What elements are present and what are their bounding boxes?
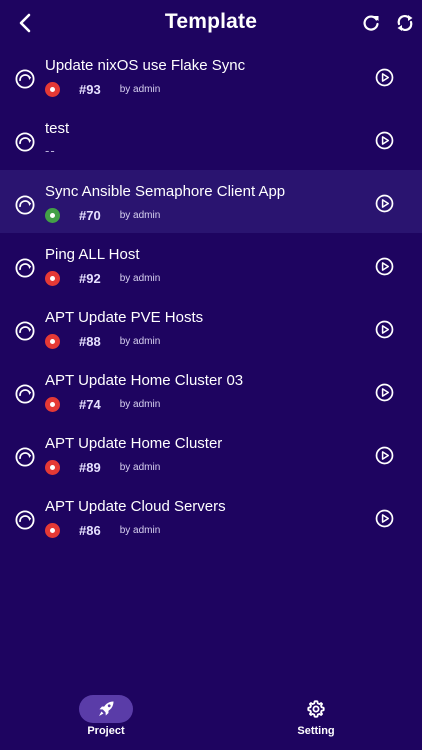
nav-project-label: Project [87,725,125,737]
task-number[interactable]: #86 [79,523,101,538]
status-badge [45,81,60,97]
template-list: Update nixOS use Flake Sync #93 by admin te… [0,44,422,548]
task-author: by admin [119,461,161,473]
play-circle-icon[interactable] [375,383,394,402]
history-icon [15,384,35,404]
task-meta: #92 by admin [45,270,160,286]
history-icon [15,69,35,89]
rocket-icon [99,701,114,716]
task-author: by admin [119,272,161,284]
play-circle-icon[interactable] [375,320,394,339]
task-author: by admin [119,335,161,347]
header: Template [0,0,422,46]
task-meta: #93 by admin [45,81,160,97]
history-icon [15,132,35,152]
refresh-icon [363,15,379,31]
nav-setting-pill [289,695,343,723]
template-row[interactable]: Update nixOS use Flake Sync #93 by admin [0,44,422,107]
template-name: test [45,120,70,137]
nav-project-pill [79,695,133,723]
task-number[interactable]: #92 [79,271,101,286]
status-badge [45,207,60,223]
task-author: by admin [119,209,161,221]
template-name: Sync Ansible Semaphore Client App [45,183,286,200]
template-name: APT Update Home Cluster [45,435,223,452]
play-circle-icon[interactable] [375,446,394,465]
template-name: APT Update Home Cluster 03 [45,372,244,389]
task-number[interactable]: #93 [79,82,101,97]
task-meta: #86 by admin [45,522,160,538]
play-circle-icon[interactable] [375,257,394,276]
sync-icon [397,14,413,32]
nav-setting-label: Setting [297,725,335,737]
template-row[interactable]: APT Update PVE Hosts #88 by admin [0,296,422,359]
task-meta: #70 by admin [45,207,160,223]
template-name: APT Update Cloud Servers [45,498,226,515]
template-row[interactable]: APT Update Home Cluster #89 by admin [0,422,422,485]
task-number[interactable]: #89 [79,460,101,475]
task-author: by admin [119,83,161,95]
template-row[interactable]: test -- [0,107,422,170]
nav-setting[interactable]: Setting [256,690,376,737]
no-task-placeholder: -- [45,143,56,158]
task-number[interactable]: #70 [79,208,101,223]
template-name: Ping ALL Host [45,246,140,263]
template-row[interactable]: APT Update Home Cluster 03 #74 by admin [0,359,422,422]
template-row[interactable]: Sync Ansible Semaphore Client App #70 by a… [0,170,422,233]
history-icon [15,321,35,341]
play-circle-icon[interactable] [375,509,394,528]
status-badge [45,270,60,286]
task-number[interactable]: #88 [79,334,101,349]
app-screen: Template Update nixOS use Flake Sync #93 b… [0,0,422,750]
sync-button[interactable] [393,11,417,35]
bottom-nav: Project Setting [0,690,422,750]
task-meta: #89 by admin [45,459,160,475]
status-badge [45,333,60,349]
task-author: by admin [119,398,161,410]
history-icon [15,258,35,278]
nav-project[interactable]: Project [46,690,166,737]
gear-icon [307,700,325,718]
template-name: Update nixOS use Flake Sync [45,57,246,74]
task-meta: #74 by admin [45,396,160,412]
history-icon [15,195,35,215]
task-number[interactable]: #74 [79,397,101,412]
task-author: by admin [119,524,161,536]
play-circle-icon[interactable] [375,131,394,150]
template-row[interactable]: Ping ALL Host #92 by admin [0,233,422,296]
play-circle-icon[interactable] [375,68,394,87]
status-badge [45,459,60,475]
status-badge [45,522,60,538]
template-row[interactable]: APT Update Cloud Servers #86 by admin [0,485,422,548]
task-meta: #88 by admin [45,333,160,349]
history-icon [15,510,35,530]
refresh-button[interactable] [359,11,383,35]
template-name: APT Update PVE Hosts [45,309,204,326]
play-circle-icon[interactable] [375,194,394,213]
history-icon [15,447,35,467]
status-badge [45,396,60,412]
